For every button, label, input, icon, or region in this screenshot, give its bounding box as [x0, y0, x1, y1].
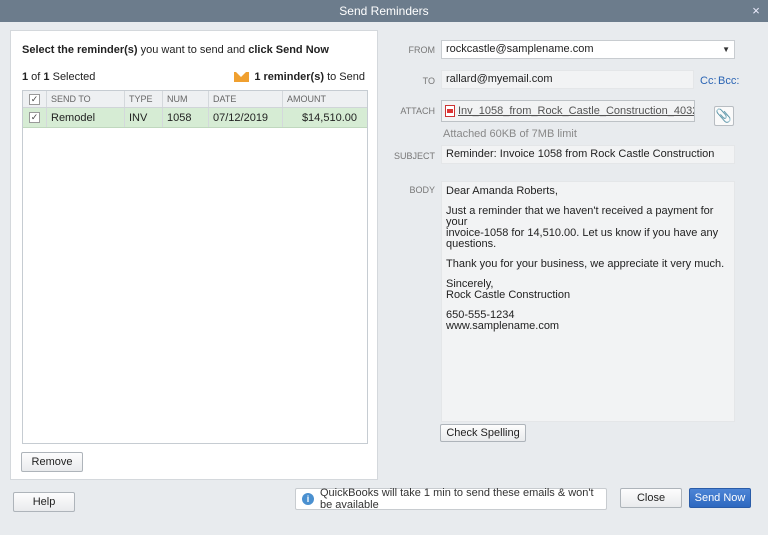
help-button[interactable]: Help	[13, 492, 75, 512]
paperclip-icon[interactable]: 📎	[714, 106, 734, 126]
remove-button[interactable]: Remove	[21, 452, 83, 472]
attach-label: ATTACH	[400, 106, 435, 116]
body-greeting: Dear Amanda Roberts,	[446, 185, 558, 197]
row-checkbox[interactable]: ✓	[29, 112, 40, 123]
body-line: invoice-1058 for 14,510.00. Let us know …	[446, 227, 719, 250]
send-info-notice: i QuickBooks will take 1 min to send the…	[295, 487, 607, 511]
instructions: Select the reminder(s) you want to send …	[22, 44, 329, 56]
cell-date: 07/12/2019	[209, 108, 283, 127]
check-spelling-button[interactable]: Check Spelling	[440, 424, 526, 442]
attachment-size-info: Attached 60KB of 7MB limit	[443, 128, 577, 140]
bcc-link[interactable]: Bcc:	[718, 75, 739, 87]
column-date[interactable]: DATE	[209, 91, 283, 107]
chevron-down-icon[interactable]: ▼	[722, 41, 730, 58]
body-web: www.samplename.com	[446, 320, 560, 332]
to-label: TO	[422, 76, 435, 86]
table-header: ✓ SEND TO TYPE NUM DATE AMOUNT	[23, 91, 367, 108]
column-type[interactable]: TYPE	[125, 91, 163, 107]
to-field[interactable]: rallard@myemail.com	[441, 70, 694, 89]
cc-link[interactable]: Cc:	[700, 75, 717, 87]
reminders-panel: Select the reminder(s) you want to send …	[10, 30, 378, 480]
body-thanks: Thank you for your business, we apprecia…	[446, 258, 725, 270]
from-select[interactable]: rockcastle@samplename.com ▼	[441, 40, 735, 59]
body-textarea[interactable]: Dear Amanda Roberts, Just a reminder tha…	[441, 181, 735, 422]
pdf-icon	[445, 105, 455, 117]
attachment-link[interactable]: Inv_1058_from_Rock_Castle_Construction_4…	[458, 105, 694, 117]
title-bar: Send Reminders ×	[0, 0, 768, 22]
selected-count: 1 of 1 Selected	[22, 71, 96, 83]
column-num[interactable]: NUM	[163, 91, 209, 107]
attachment-field[interactable]: Inv_1058_from_Rock_Castle_Construction_4…	[441, 100, 695, 122]
reminder-count: 1 reminder(s) to Send	[234, 71, 365, 83]
envelope-icon	[234, 72, 250, 82]
cell-amount: $14,510.00	[301, 111, 357, 124]
subject-field[interactable]: Reminder: Invoice 1058 from Rock Castle …	[441, 145, 735, 164]
send-now-button[interactable]: Send Now	[689, 488, 751, 508]
column-send-to[interactable]: SEND TO	[47, 91, 125, 107]
info-text: QuickBooks will take 1 min to send these…	[320, 487, 594, 511]
reminders-table: ✓ SEND TO TYPE NUM DATE AMOUNT ✓ Remodel…	[22, 90, 368, 444]
body-company: Rock Castle Construction	[446, 289, 571, 301]
cell-send-to: Remodel	[47, 108, 125, 127]
close-button[interactable]: Close	[620, 488, 682, 508]
window-title: Send Reminders	[339, 4, 429, 18]
cell-num: 1058	[163, 108, 209, 127]
body-label: BODY	[409, 185, 435, 195]
body-line: Just a reminder that we haven't received…	[446, 205, 714, 228]
cell-type: INV	[125, 108, 163, 127]
close-icon[interactable]: ×	[749, 0, 763, 22]
subject-label: SUBJECT	[393, 151, 435, 161]
table-row[interactable]: ✓ Remodel INV 1058 07/12/2019 $14,510.00	[23, 108, 367, 128]
column-amount[interactable]: AMOUNT	[283, 91, 367, 107]
from-label: FROM	[408, 45, 436, 55]
select-all-checkbox[interactable]: ✓	[29, 93, 40, 105]
info-icon: i	[302, 493, 314, 505]
